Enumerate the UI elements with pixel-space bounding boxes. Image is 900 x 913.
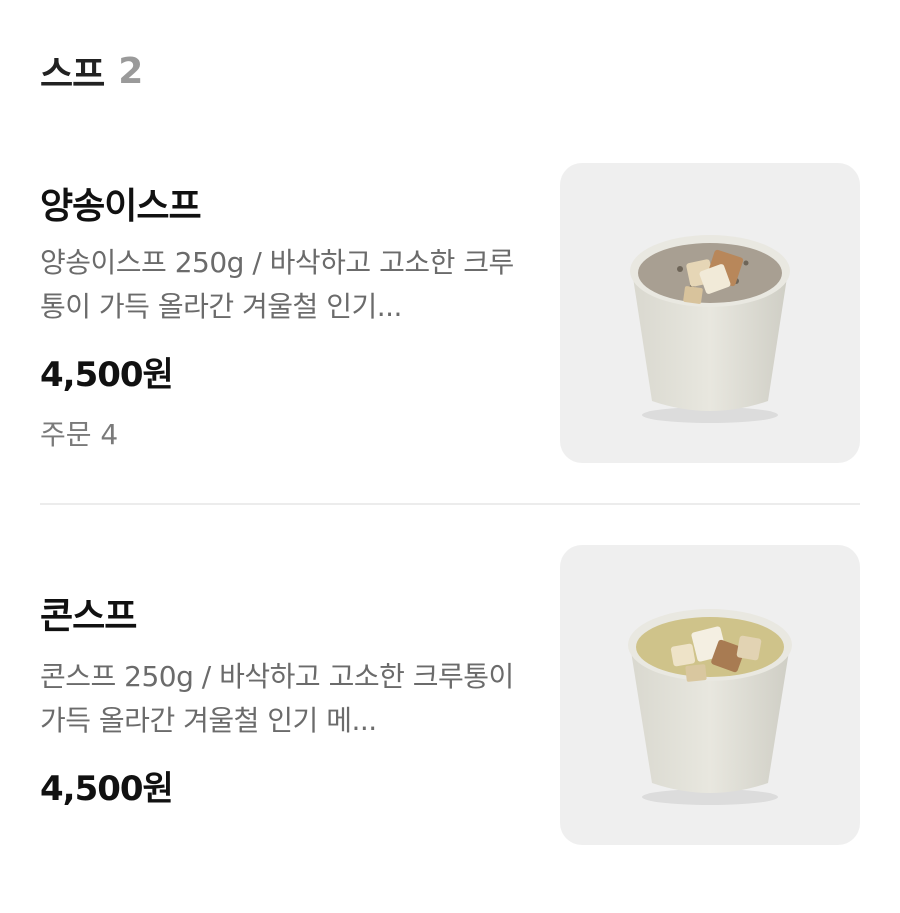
menu-item-price: 4,500원 [40, 769, 174, 809]
menu-item-description: 양송이스프 250g / 바삭하고 고소한 크루통이 가득 올라간 겨울철 인기… [40, 246, 514, 323]
menu-item-mushroom-soup[interactable]: 양송이스프 양송이스프 250g / 바삭하고 고소한 크루통이 가득 올라간 … [40, 163, 860, 463]
menu-item-image[interactable] [560, 163, 860, 463]
menu-item-corn-soup[interactable]: 콘스프 콘스프 250g / 바삭하고 고소한 크루통이 가득 올라간 겨울철 … [40, 545, 860, 845]
menu-item-info: 양송이스프 양송이스프 250g / 바삭하고 고소한 크루통이 가득 올라간 … [40, 163, 530, 463]
item-divider [40, 503, 860, 505]
corn-soup-cup-icon [628, 609, 792, 805]
menu-item-image[interactable] [560, 545, 860, 845]
mushroom-soup-cup-icon [630, 235, 790, 423]
menu-item-order-count: 주문 4 [40, 418, 119, 451]
menu-item-name: 양송이스프 [40, 186, 202, 227]
section-item-count: 2 [118, 50, 144, 92]
menu-item-info: 콘스프 콘스프 250g / 바삭하고 고소한 크루통이 가득 올라간 겨울철 … [40, 545, 530, 845]
section-header: 스프 2 [40, 46, 143, 96]
menu-item-description: 콘스프 250g / 바삭하고 고소한 크루통이 가득 올라간 겨울철 인기 메… [40, 660, 514, 737]
section-title: 스프 [40, 54, 105, 95]
menu-item-name: 콘스프 [40, 596, 137, 637]
menu-item-price: 4,500원 [40, 355, 174, 395]
